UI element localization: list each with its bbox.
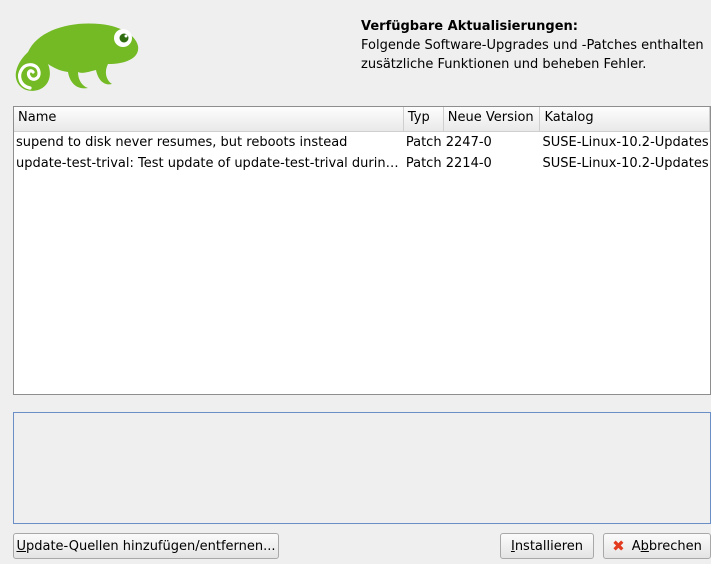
column-header-version[interactable]: Neue Version (444, 107, 541, 131)
cancel-button-label: Abbrechen (631, 538, 702, 554)
header-title: Verfügbare Aktualisierungen: (361, 19, 578, 34)
row-name: update-test-trival: Test update of updat… (16, 156, 404, 171)
header-description-line1: Folgende Software-Upgrades und -Patches … (361, 38, 704, 53)
install-button-label: Installieren (510, 538, 584, 554)
row-katalog: SUSE-Linux-10.2-Updates (542, 135, 709, 150)
details-panel[interactable] (13, 412, 711, 524)
row-typ: Patch (405, 135, 442, 150)
row-typ: Patch (405, 156, 442, 171)
table-header: Name Typ Neue Version Katalog (14, 107, 710, 132)
row-version: 2214-0 (445, 156, 492, 171)
row-version: 2247-0 (445, 135, 492, 150)
column-header-name[interactable]: Name (14, 107, 404, 131)
updates-table[interactable]: Name Typ Neue Version Katalog supend to … (13, 106, 711, 395)
row-name: supend to disk never resumes, but reboot… (16, 135, 348, 150)
update-sources-button[interactable]: Update-Quellen hinzufügen/entfernen... (13, 533, 279, 559)
chameleon-logo-icon (15, 23, 139, 91)
header-text: Verfügbare Aktualisierungen: Folgende So… (361, 17, 706, 74)
row-katalog: SUSE-Linux-10.2-Updates (542, 156, 709, 171)
cancel-button[interactable]: ✖ Abbrechen (603, 533, 711, 559)
cancel-x-icon: ✖ (612, 537, 625, 555)
sources-button-label: Update-Quellen hinzufügen/entfernen... (16, 538, 276, 554)
install-button[interactable]: Installieren (500, 533, 594, 559)
header-description-line2: zusätzliche Funktionen und beheben Fehle… (361, 57, 647, 72)
column-header-katalog[interactable]: Katalog (540, 107, 710, 131)
table-row[interactable]: update-test-trival: Test update of updat… (14, 153, 710, 174)
table-row[interactable]: supend to disk never resumes, but reboot… (14, 132, 710, 153)
column-header-typ[interactable]: Typ (404, 107, 444, 131)
